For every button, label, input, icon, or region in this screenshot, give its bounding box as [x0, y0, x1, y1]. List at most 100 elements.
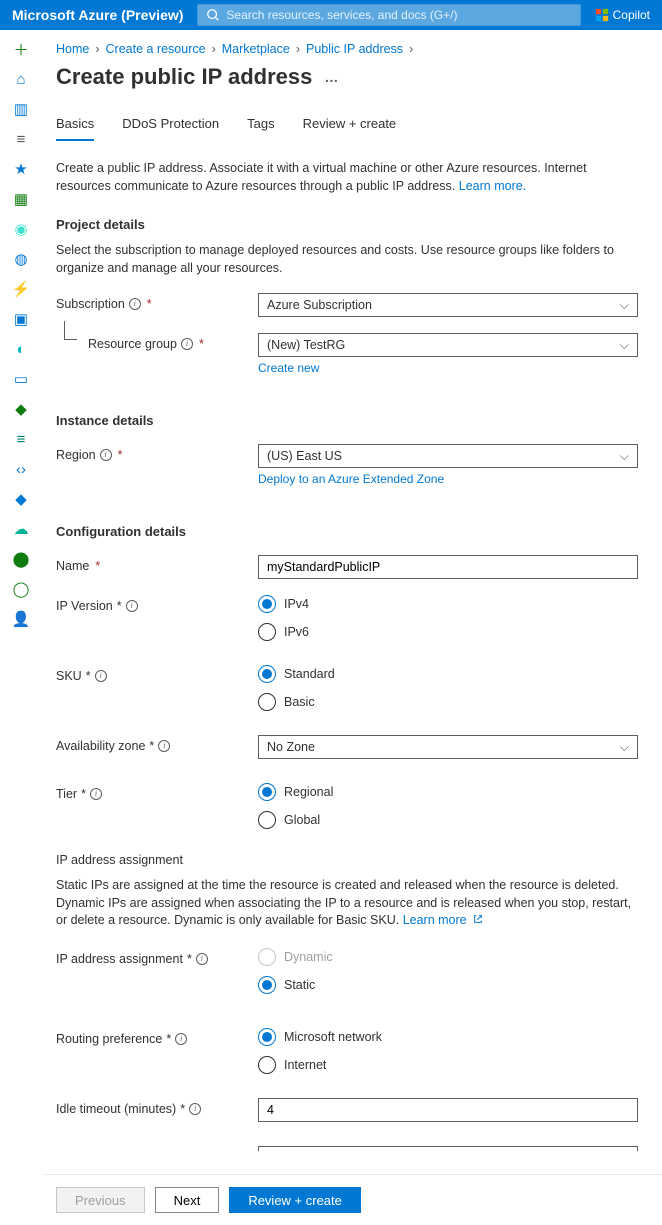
- page-title: Create public IP address …: [56, 64, 662, 94]
- rail-icon-19[interactable]: 👤: [12, 610, 30, 628]
- radio-standard[interactable]: Standard: [258, 665, 638, 683]
- subscription-select[interactable]: Azure Subscription ⌵: [258, 293, 638, 317]
- rail-icon-15[interactable]: ◆: [12, 490, 30, 508]
- info-icon[interactable]: i: [181, 338, 193, 350]
- radio-dot-icon: [258, 948, 276, 966]
- info-icon[interactable]: i: [175, 1033, 187, 1045]
- info-icon[interactable]: i: [189, 1103, 201, 1115]
- dns-name-input[interactable]: [258, 1146, 638, 1151]
- radio-label: Regional: [284, 785, 333, 799]
- rail-icon-5[interactable]: ▦: [12, 190, 30, 208]
- name-label: Name *: [56, 555, 258, 573]
- radio-label: Internet: [284, 1058, 326, 1072]
- sku-label: SKU * i: [56, 665, 258, 683]
- tab-review-create[interactable]: Review + create: [303, 116, 397, 141]
- rail-icon-1[interactable]: ⌂: [12, 70, 30, 88]
- rail-icon-10[interactable]: ◐: [12, 340, 30, 358]
- info-icon[interactable]: i: [129, 298, 141, 310]
- global-search[interactable]: [197, 4, 580, 26]
- breadcrumb-item[interactable]: Marketplace: [222, 42, 290, 56]
- radio-ipv-[interactable]: IPv4: [258, 595, 638, 613]
- tab-tags[interactable]: Tags: [247, 116, 274, 141]
- rail-icon-3[interactable]: ≡: [12, 130, 30, 148]
- radio-dot-icon: [258, 693, 276, 711]
- rail-icon-16[interactable]: ☁: [12, 520, 30, 538]
- radio-ipv-[interactable]: IPv6: [258, 623, 638, 641]
- region-select[interactable]: (US) East US ⌵: [258, 444, 638, 468]
- radio-dynamic: Dynamic: [258, 948, 638, 966]
- info-icon[interactable]: i: [90, 788, 102, 800]
- footer-bar: Previous Next Review + create: [42, 1174, 662, 1225]
- rail-icon-6[interactable]: ◉: [12, 220, 30, 238]
- breadcrumb: Home › Create a resource › Marketplace ›…: [56, 30, 662, 64]
- radio-static[interactable]: Static: [258, 976, 638, 994]
- radio-dot-icon: [258, 1028, 276, 1046]
- rail-icon-8[interactable]: ⚡: [12, 280, 30, 298]
- radio-label: Global: [284, 813, 320, 827]
- left-rail: ＋ ⌂ ▥ ≡ ★ ▦ ◉ ◍ ⚡ ▣ ◐ ▭ ◆ ≡ ‹› ◆ ☁ ⬤ ◯ 👤: [0, 30, 42, 1225]
- subscription-label: Subscription i *: [56, 293, 258, 311]
- breadcrumb-item[interactable]: Public IP address: [306, 42, 403, 56]
- rail-icon-0[interactable]: ＋: [12, 40, 30, 58]
- radio-regional[interactable]: Regional: [258, 783, 638, 801]
- intro-learn-more-link[interactable]: Learn more.: [459, 179, 526, 193]
- radio-dot-icon: [258, 811, 276, 829]
- rail-icon-12[interactable]: ◆: [12, 400, 30, 418]
- chevron-down-icon: ⌵: [620, 338, 629, 353]
- next-button[interactable]: Next: [155, 1187, 220, 1213]
- rail-icon-18[interactable]: ◯: [12, 580, 30, 598]
- routing-preference-label: Routing preference * i: [56, 1028, 258, 1046]
- ip-assignment-desc: Static IPs are assigned at the time the …: [56, 877, 638, 930]
- radio-internet[interactable]: Internet: [258, 1056, 638, 1074]
- radio-label: IPv6: [284, 625, 309, 639]
- breadcrumb-item[interactable]: Create a resource: [106, 42, 206, 56]
- rail-icon-11[interactable]: ▭: [12, 370, 30, 388]
- radio-basic[interactable]: Basic: [258, 693, 638, 711]
- rail-icon-9[interactable]: ▣: [12, 310, 30, 328]
- copilot-button[interactable]: Copilot: [595, 8, 650, 22]
- tier-label: Tier * i: [56, 783, 258, 801]
- rail-icon-2[interactable]: ▥: [12, 100, 30, 118]
- radio-dot-icon: [258, 976, 276, 994]
- info-icon[interactable]: i: [126, 600, 138, 612]
- instance-details-heading: Instance details: [56, 413, 638, 428]
- search-input[interactable]: [226, 8, 571, 22]
- deploy-extended-zone-link[interactable]: Deploy to an Azure Extended Zone: [258, 472, 444, 486]
- rail-icon-14[interactable]: ‹›: [12, 460, 30, 478]
- chevron-right-icon: ›: [409, 42, 413, 56]
- chevron-down-icon: ⌵: [620, 449, 629, 464]
- info-icon[interactable]: i: [158, 740, 170, 752]
- create-new-rg-link[interactable]: Create new: [258, 361, 319, 375]
- rail-icon-7[interactable]: ◍: [12, 250, 30, 268]
- review-create-button[interactable]: Review + create: [229, 1187, 361, 1213]
- more-icon[interactable]: …: [324, 69, 340, 85]
- rail-icon-4[interactable]: ★: [12, 160, 30, 178]
- dns-name-label: DNS name label i: [56, 1146, 258, 1151]
- main-content: Home › Create a resource › Marketplace ›…: [42, 30, 662, 1225]
- ip-assign-learn-more-link[interactable]: Learn more: [403, 913, 483, 927]
- rail-icon-13[interactable]: ≡: [12, 430, 30, 448]
- idle-timeout-label: Idle timeout (minutes) * i: [56, 1098, 258, 1116]
- intro-text: Create a public IP address. Associate it…: [56, 159, 638, 195]
- breadcrumb-item[interactable]: Home: [56, 42, 89, 56]
- info-icon[interactable]: i: [95, 670, 107, 682]
- config-details-heading: Configuration details: [56, 524, 638, 539]
- name-input[interactable]: [258, 555, 638, 579]
- radio-global[interactable]: Global: [258, 811, 638, 829]
- project-details-heading: Project details: [56, 217, 638, 232]
- resource-group-select[interactable]: (New) TestRG ⌵: [258, 333, 638, 357]
- info-icon[interactable]: i: [196, 953, 208, 965]
- info-icon[interactable]: i: [100, 449, 112, 461]
- rail-icon-17[interactable]: ⬤: [12, 550, 30, 568]
- availability-zone-label: Availability zone * i: [56, 735, 258, 753]
- resource-group-label: Resource group i *: [56, 333, 258, 351]
- tab-ddos-protection[interactable]: DDoS Protection: [122, 116, 219, 141]
- tab-basics[interactable]: Basics: [56, 116, 94, 141]
- radio-dot-icon: [258, 595, 276, 613]
- idle-timeout-input[interactable]: [258, 1098, 638, 1122]
- ip-version-label: IP Version * i: [56, 595, 258, 613]
- radio-dot-icon: [258, 623, 276, 641]
- radio-dot-icon: [258, 783, 276, 801]
- radio-microsoft-network[interactable]: Microsoft network: [258, 1028, 638, 1046]
- availability-zone-select[interactable]: No Zone ⌵: [258, 735, 638, 759]
